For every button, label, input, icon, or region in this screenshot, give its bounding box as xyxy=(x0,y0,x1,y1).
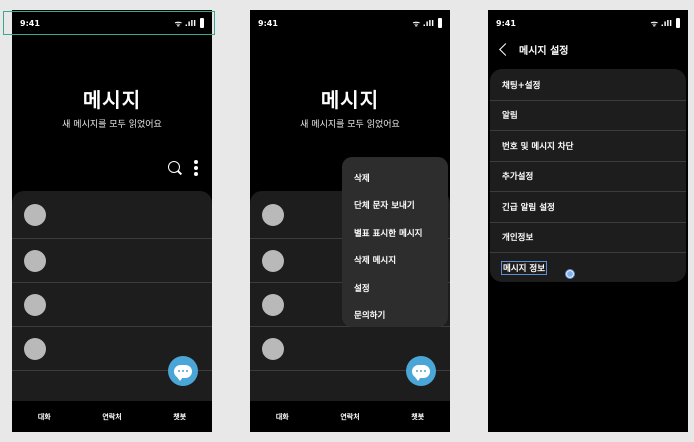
status-time: 9:41 xyxy=(258,18,278,28)
hero-header: 메시지 새 메시지를 모두 읽었어요 xyxy=(12,84,212,130)
menu-item-starred[interactable]: 별표 표시한 메시지 xyxy=(342,219,448,247)
settings-item-about[interactable]: 메시지 정보 xyxy=(490,253,686,284)
list-item[interactable] xyxy=(12,239,212,283)
nav-item-chatbot[interactable]: 챗봇 xyxy=(173,412,186,422)
chat-icon xyxy=(174,364,192,381)
page-subtitle: 새 메시지를 모두 읽었어요 xyxy=(62,120,162,130)
settings-screen: 9:41 ᯤ .ıll 메시지 설정 채팅+설정 알림 번호 및 메시지 차단 … xyxy=(488,10,688,432)
battery-icon xyxy=(438,18,442,28)
status-bar: 9:41 ᯤ .ıll xyxy=(488,10,688,36)
avatar xyxy=(262,203,284,226)
chat-icon xyxy=(412,364,430,381)
status-icons: ᯤ .ıll xyxy=(651,18,680,29)
status-bar: 9:41 ᯤ .ıll xyxy=(250,10,450,36)
avatar xyxy=(24,337,46,360)
nav-item-chats[interactable]: 대화 xyxy=(38,412,51,422)
nav-item-contacts[interactable]: 연락처 xyxy=(340,412,359,422)
messages-menu-screen: 9:41 ᯤ .ıll 메시지 새 메시지를 모두 읽었어요 삭제 단체 문자 … xyxy=(250,10,450,432)
nav-item-chats[interactable]: 대화 xyxy=(276,412,289,422)
list-item[interactable] xyxy=(12,283,212,327)
status-time: 9:41 xyxy=(496,18,516,28)
nav-item-chatbot[interactable]: 챗봇 xyxy=(411,412,424,422)
menu-item-deleted-messages[interactable]: 삭제 메시지 xyxy=(342,247,448,275)
settings-item-block[interactable]: 번호 및 메시지 차단 xyxy=(490,131,686,162)
page-title: 메시지 xyxy=(320,88,380,112)
status-icons: ᯤ .ıll xyxy=(413,18,442,29)
signal-icon: ᯤ .ıll xyxy=(650,18,672,28)
menu-item-delete[interactable]: 삭제 xyxy=(342,164,448,192)
settings-header: 메시지 설정 xyxy=(498,40,678,58)
cursor-icon xyxy=(565,269,576,280)
bottom-nav: 대화 연락처 챗봇 xyxy=(250,401,450,432)
back-icon[interactable] xyxy=(499,42,512,56)
toolbar xyxy=(168,160,198,176)
menu-item-group-message[interactable]: 단체 문자 보내기 xyxy=(342,192,448,220)
avatar xyxy=(262,337,284,360)
signal-icon: ᯤ .ıll xyxy=(174,18,196,28)
avatar xyxy=(262,249,284,272)
battery-icon xyxy=(676,18,680,28)
messages-screen: 9:41 ᯤ .ıll 메시지 새 메시지를 모두 읽었어요 대화 연락처 챗봇 xyxy=(12,10,212,432)
status-bar: 9:41 ᯤ .ıll xyxy=(12,10,212,36)
overflow-menu: 삭제 단체 문자 보내기 별표 표시한 메시지 삭제 메시지 설정 문의하기 xyxy=(342,157,448,327)
settings-item-privacy[interactable]: 개인정보 xyxy=(490,223,686,253)
chatbot-fab[interactable] xyxy=(406,356,436,386)
menu-item-contact-us[interactable]: 문의하기 xyxy=(342,302,448,330)
page-subtitle: 새 메시지를 모두 읽었어요 xyxy=(300,120,400,130)
settings-item-about-label: 메시지 정보 xyxy=(500,261,548,276)
nav-item-contacts[interactable]: 연락처 xyxy=(102,412,121,422)
menu-item-settings[interactable]: 설정 xyxy=(342,274,448,302)
hero-header: 메시지 새 메시지를 모두 읽었어요 xyxy=(250,84,450,130)
avatar xyxy=(262,293,284,316)
signal-icon: ᯤ .ıll xyxy=(412,18,434,28)
status-time: 9:41 xyxy=(20,18,40,28)
search-icon[interactable] xyxy=(168,161,182,175)
page-title: 메시지 xyxy=(82,88,142,112)
avatar xyxy=(24,249,46,272)
avatar xyxy=(24,203,46,226)
status-icons: ᯤ .ıll xyxy=(175,18,204,29)
more-vert-icon[interactable] xyxy=(194,160,198,176)
list-item[interactable] xyxy=(12,191,212,239)
settings-list: 채팅+설정 알림 번호 및 메시지 차단 추가설정 긴급 알림 설정 개인정보 … xyxy=(490,69,686,282)
settings-item-more[interactable]: 추가설정 xyxy=(490,162,686,192)
chatbot-fab[interactable] xyxy=(168,356,198,386)
settings-item-notifications[interactable]: 알림 xyxy=(490,101,686,131)
avatar xyxy=(24,293,46,316)
settings-item-chat-plus[interactable]: 채팅+설정 xyxy=(490,70,686,101)
page-title: 메시지 설정 xyxy=(519,45,569,57)
settings-item-emergency-alerts[interactable]: 긴급 알림 설정 xyxy=(490,192,686,223)
battery-icon xyxy=(200,18,204,28)
bottom-nav: 대화 연락처 챗봇 xyxy=(12,401,212,432)
